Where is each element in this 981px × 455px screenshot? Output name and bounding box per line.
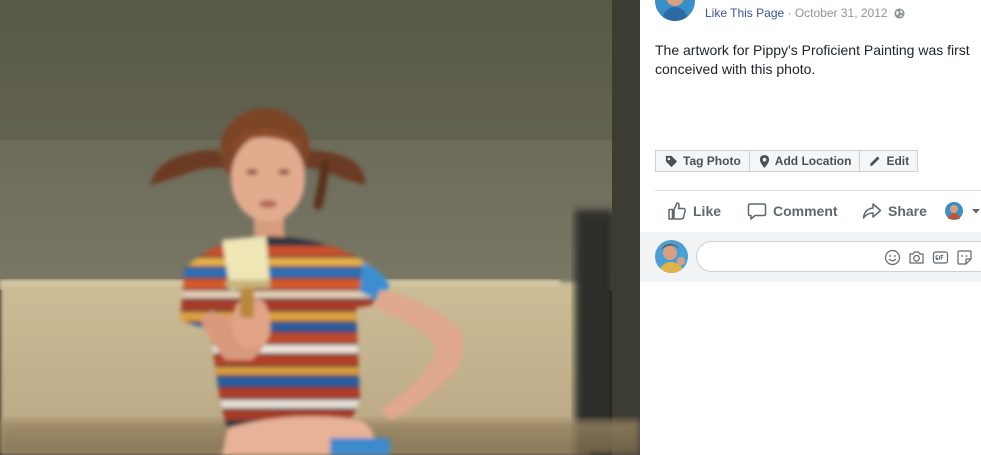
share-button[interactable]: Share [862, 191, 927, 231]
post-date[interactable]: October 31, 2012 [795, 6, 888, 20]
add-location-button[interactable]: Add Location [748, 150, 861, 172]
edit-button[interactable]: Edit [859, 150, 919, 172]
smiley-icon[interactable] [884, 249, 901, 266]
share-arrow-icon [862, 203, 882, 219]
header-separator: · [784, 6, 795, 20]
comment-button[interactable]: Comment [747, 191, 838, 231]
chevron-down-icon [972, 209, 980, 214]
like-button[interactable]: Like [667, 191, 721, 231]
thumbs-up-icon [668, 202, 686, 220]
like-label: Like [693, 203, 722, 219]
post-header: Like This Page · October 31, 2012 [705, 6, 905, 20]
comment-bubble-icon [747, 203, 767, 220]
add-location-label: Add Location [774, 154, 852, 168]
tag-icon [665, 155, 678, 167]
pencil-icon [870, 156, 880, 166]
post-photo[interactable] [0, 0, 640, 455]
photo-actions-bar: Tag Photo Add Location Edit [655, 150, 919, 173]
location-pin-icon [759, 154, 769, 168]
edit-label: Edit [886, 154, 910, 168]
gif-icon[interactable] [932, 249, 949, 266]
comment-field[interactable] [696, 241, 981, 272]
avatar [945, 202, 963, 220]
globe-icon[interactable] [894, 8, 905, 19]
photo-image [0, 0, 640, 455]
sticker-icon[interactable] [956, 249, 973, 266]
camera-icon[interactable] [908, 249, 925, 266]
post-as-selector[interactable] [945, 191, 981, 231]
like-page-link[interactable]: Like This Page [705, 6, 784, 20]
share-label: Share [888, 203, 927, 219]
post-side-panel: Like This Page · October 31, 2012 The ar… [640, 0, 981, 455]
commenter-avatar[interactable] [655, 240, 688, 273]
tag-photo-label: Tag Photo [683, 154, 741, 168]
page-avatar[interactable] [655, 0, 695, 21]
tag-photo-button[interactable]: Tag Photo [655, 150, 750, 172]
post-caption: The artwork for Pippy's Proficient Paint… [655, 42, 970, 77]
comment-label: Comment [773, 203, 838, 219]
reaction-bar: Like Comment Share [655, 191, 981, 231]
comment-input[interactable] [709, 248, 873, 268]
